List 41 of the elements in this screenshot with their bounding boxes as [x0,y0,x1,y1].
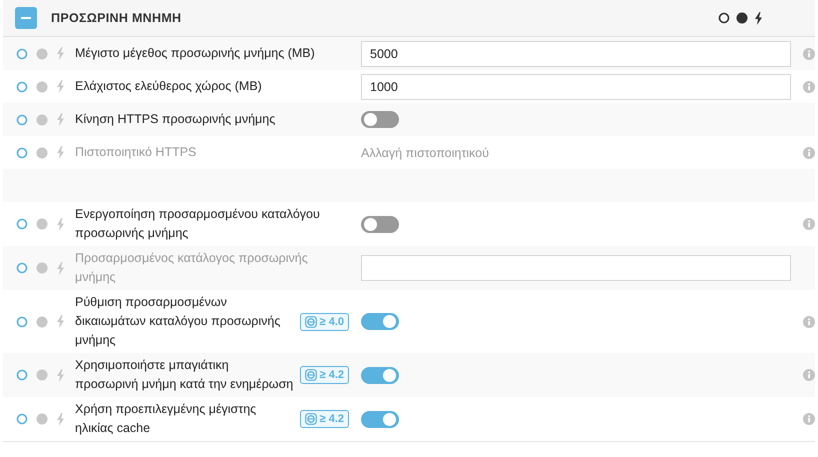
version-badge: ≥ 4.2 [300,410,349,428]
setting-label: Κίνηση HTTPS προσωρινής μνήμης [75,111,276,128]
text-field[interactable]: 5000 [361,40,791,66]
dot-icon[interactable] [36,48,48,60]
setting-label: Χρησιμοποιήστε μπαγιάτικη προσωρινή μνήμη κατά την ενημέρωση [75,357,294,393]
collapse-button[interactable] [15,7,37,29]
text-field[interactable]: 1000 [361,74,791,100]
dot-icon[interactable] [736,12,748,24]
setting-label: Χρήση προεπιλεγμένης μέγιστης ηλικίας cache [75,401,258,437]
dot-icon[interactable] [36,413,48,425]
info-icon[interactable] [803,218,815,230]
info-icon[interactable] [803,80,815,92]
e-icon [304,369,317,381]
setting-label: Πιστοποιητικό HTTPS [75,144,198,161]
toggle-switch[interactable] [361,111,399,128]
dot-icon[interactable] [36,369,48,381]
dot-icon[interactable] [36,218,48,230]
setting-label: Ενεργοποίηση προσαρμοσμένου καταλόγου προσωρινής μνήμης [75,206,321,242]
setting-label: Προσαρμοσμένος κατάλογος προσωρινής μνήμης [75,250,309,286]
dot-icon[interactable] [36,316,48,328]
bolt-icon[interactable] [754,12,763,24]
info-icon[interactable] [803,413,815,425]
setting-label: Ρύθμιση προσαρμοσμένων δικαιωμάτων καταλόγου προσωρινής μνήμης [75,294,282,349]
setting-label: Ελάχιστος ελεύθερος χώρος (MB) [75,78,263,95]
version-badge: ≥ 4.2 [300,366,349,384]
dot-icon[interactable] [36,114,48,126]
dot-icon[interactable] [36,146,48,158]
setting-label: Μέγιστο μέγεθος προσωρινής μνήμης (MB) [75,45,316,62]
info-icon[interactable] [803,369,815,381]
toggle-switch[interactable] [361,216,399,232]
info-icon[interactable] [803,316,815,328]
e-icon [304,316,317,328]
section-title: ΠΡΟΣΩΡΙΝΗ ΜΝΗΜΗ [51,11,182,25]
info-icon[interactable] [803,48,815,60]
toggle-switch[interactable] [361,410,399,428]
circle-icon[interactable] [718,12,730,24]
toggle-switch[interactable] [361,366,399,384]
dot-icon[interactable] [36,80,48,92]
e-icon [304,413,317,425]
toggle-switch[interactable] [361,313,399,330]
version-badge: ≥ 4.0 [300,312,349,330]
